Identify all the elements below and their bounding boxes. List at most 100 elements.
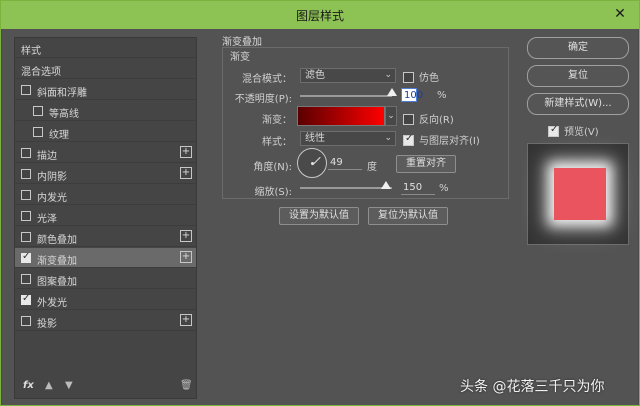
style-item-label: 斜面和浮雕 (37, 88, 87, 99)
style-item-checkbox[interactable] (21, 232, 31, 242)
align-with-layer-checkbox-box (403, 133, 414, 146)
style-item[interactable]: 颜色叠加 + (15, 227, 196, 247)
style-item-label: 混合选项 (21, 67, 61, 78)
style-item-label: 投影 (37, 319, 57, 330)
style-item[interactable]: 外发光 (15, 290, 196, 310)
watermark: 头条 @花落三千只为你 (460, 379, 605, 395)
layer-style-dialog: 图层样式 ✕ 样式混合选项斜面和浮雕等高线纹理描边 + 内阴影 + 内发光光泽颜色叠加 +… (0, 0, 640, 406)
style-item[interactable]: 投影 + (15, 311, 196, 331)
move-up-icon[interactable]: ▲ (45, 380, 53, 391)
style-item[interactable]: 内发光 (15, 185, 196, 205)
preview-swatch (554, 168, 606, 220)
opacity-label: 不透明度(P): (234, 94, 292, 105)
style-item[interactable]: 描边 + (15, 143, 196, 163)
angle-dial[interactable] (297, 148, 327, 178)
style-item[interactable]: 内阴影 + (15, 164, 196, 184)
style-item-checkbox[interactable] (21, 169, 31, 179)
ok-button[interactable]: 确定 (527, 37, 629, 59)
style-preview (527, 143, 629, 245)
style-item-checkbox[interactable] (21, 85, 31, 95)
style-item[interactable]: 混合选项 (15, 59, 196, 79)
angle-center-dot (311, 162, 314, 165)
opacity-unit: % (437, 90, 447, 101)
add-instance-icon[interactable]: + (180, 251, 192, 263)
style-item-checkbox[interactable] (21, 148, 31, 158)
style-item[interactable]: 图案叠加 (15, 269, 196, 289)
reverse-checkbox-box (403, 114, 414, 125)
set-default-button[interactable]: 设置为默认值 (279, 207, 359, 225)
dither-checkbox[interactable]: 仿色 (403, 69, 439, 84)
style-item[interactable]: 样式 (15, 38, 196, 58)
angle-label: 角度(N): (253, 162, 292, 173)
style-item-checkbox[interactable] (21, 251, 31, 263)
style-item-label: 内阴影 (37, 172, 67, 183)
style-item-checkbox[interactable] (21, 211, 31, 221)
style-item-label: 渐变叠加 (37, 256, 77, 267)
angle-input[interactable]: 49 (328, 156, 362, 170)
styles-list: 样式混合选项斜面和浮雕等高线纹理描边 + 内阴影 + 内发光光泽颜色叠加 + 渐变叠加 + 图案… (14, 37, 197, 399)
style-item-checkbox[interactable] (33, 106, 43, 116)
style-value: 线性 (305, 133, 325, 144)
scale-unit: % (439, 183, 449, 194)
fx-icon[interactable]: fx (23, 380, 34, 391)
preview-checkbox[interactable]: 预览(V) (548, 123, 599, 138)
styles-footer: fx ▲ ▼ 🗑 (15, 374, 196, 398)
gradient-dropdown-arrow[interactable]: ⌄ (385, 106, 397, 126)
style-item[interactable]: 纹理 (15, 122, 196, 142)
section-title: 渐变叠加 (222, 37, 262, 48)
style-item-checkbox[interactable] (21, 316, 31, 326)
opacity-slider-thumb[interactable] (387, 88, 397, 96)
style-item[interactable]: 渐变叠加 + (15, 248, 196, 268)
blend-mode-select[interactable]: 滤色 ⌄ (300, 68, 396, 83)
title-bar[interactable]: 图层样式 ✕ (1, 1, 639, 29)
move-down-icon[interactable]: ▼ (65, 380, 73, 391)
add-instance-icon[interactable]: + (180, 314, 192, 326)
style-item-checkbox[interactable] (21, 190, 31, 200)
add-instance-icon[interactable]: + (180, 167, 192, 179)
chevron-down-icon: ⌄ (384, 133, 392, 143)
style-item[interactable]: 光泽 (15, 206, 196, 226)
style-label: 样式： (262, 137, 292, 148)
dialog-body: 样式混合选项斜面和浮雕等高线纹理描边 + 内阴影 + 内发光光泽颜色叠加 + 渐变叠加 + 图案… (2, 29, 638, 405)
scale-slider[interactable] (300, 187, 392, 189)
angle-unit: 度 (367, 162, 377, 173)
trash-icon[interactable]: 🗑 (180, 380, 193, 391)
opacity-slider[interactable] (300, 95, 392, 97)
style-item-label: 图案叠加 (37, 277, 77, 288)
reset-button[interactable]: 复位 (527, 65, 629, 87)
chevron-down-icon: ⌄ (384, 70, 392, 80)
opacity-input[interactable]: 100 (401, 88, 423, 102)
reverse-checkbox[interactable]: 反向(R) (403, 111, 454, 126)
new-style-button[interactable]: 新建样式(W)... (527, 93, 629, 115)
reset-default-button[interactable]: 复位为默认值 (368, 207, 448, 225)
style-item-checkbox[interactable] (21, 293, 31, 305)
gradient-label: 渐变： (262, 115, 292, 126)
add-instance-icon[interactable]: + (180, 230, 192, 242)
preview-checkbox-box (548, 124, 559, 137)
scale-input[interactable]: 150 (401, 181, 435, 195)
dither-label: 仿色 (419, 73, 439, 84)
style-item-label: 样式 (21, 46, 41, 57)
style-item[interactable]: 斜面和浮雕 (15, 80, 196, 100)
close-icon[interactable]: ✕ (611, 5, 629, 23)
style-select[interactable]: 线性 ⌄ (300, 131, 396, 146)
scale-slider-thumb[interactable] (381, 181, 392, 189)
style-item-checkbox[interactable] (21, 274, 31, 284)
style-item-label: 纹理 (49, 130, 69, 141)
style-item-label: 颜色叠加 (37, 235, 77, 246)
align-with-layer-checkbox[interactable]: 与图层对齐(I) (403, 132, 480, 147)
style-item-label: 外发光 (37, 298, 67, 309)
style-item-label: 内发光 (37, 193, 67, 204)
style-item-label: 光泽 (37, 214, 57, 225)
reset-align-button[interactable]: 重置对齐 (396, 155, 456, 173)
add-instance-icon[interactable]: + (180, 146, 192, 158)
blend-mode-value: 滤色 (305, 70, 325, 81)
style-item[interactable]: 等高线 (15, 101, 196, 121)
dither-checkbox-box (403, 72, 414, 83)
gradient-picker[interactable] (297, 106, 385, 126)
dialog-title: 图层样式 (295, 9, 344, 23)
preview-label: 预览(V) (564, 127, 599, 138)
style-item-label: 等高线 (49, 109, 79, 120)
style-item-label: 描边 (37, 151, 57, 162)
style-item-checkbox[interactable] (33, 127, 43, 137)
